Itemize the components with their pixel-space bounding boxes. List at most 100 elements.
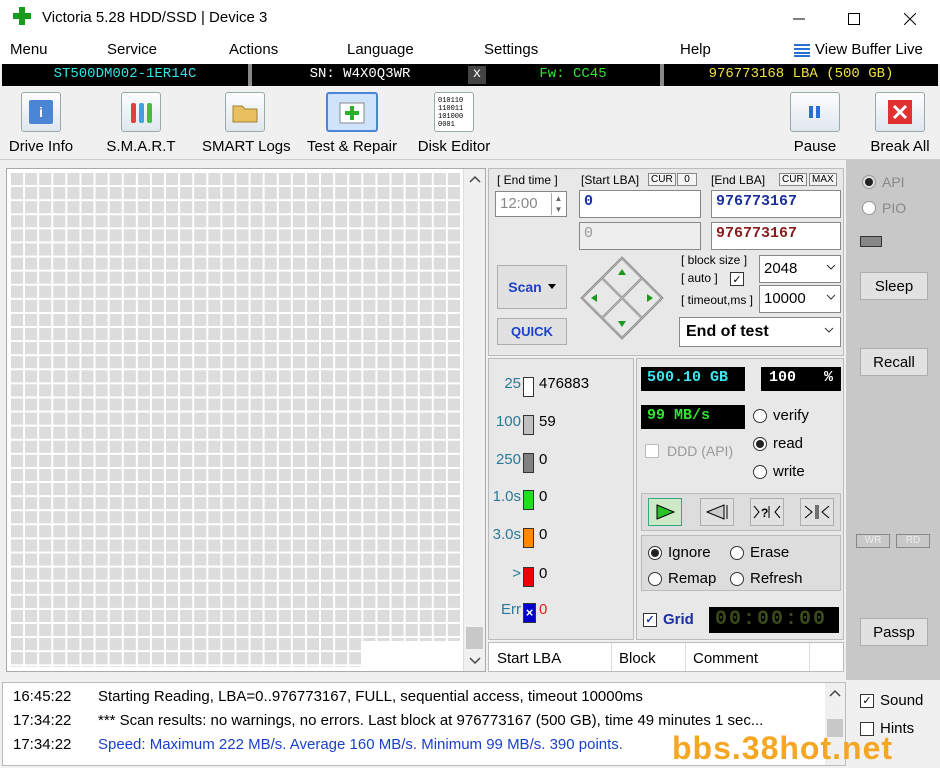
start-cur-button[interactable]: CUR <box>648 173 676 186</box>
read-radio[interactable]: read <box>753 435 803 452</box>
passp-button[interactable]: Passp <box>860 618 928 646</box>
timeout-select[interactable]: 10000 <box>759 285 841 313</box>
latency-label: Err <box>501 601 521 618</box>
block-map-fill <box>9 171 461 667</box>
svg-text:110011: 110011 <box>438 105 463 113</box>
remap-label: Remap <box>668 570 717 587</box>
verify-radio[interactable]: verify <box>753 407 809 424</box>
recall-button[interactable]: Recall <box>860 348 928 376</box>
close-device-button[interactable]: x <box>468 66 486 84</box>
column-divider <box>685 643 686 671</box>
column-comment[interactable]: Comment <box>693 650 758 667</box>
list-icon <box>794 43 810 57</box>
maximize-button[interactable] <box>831 0 877 38</box>
test-repair-button[interactable]: Test & Repair <box>306 90 398 158</box>
menu-help[interactable]: Help <box>680 41 711 58</box>
first-aid-icon <box>326 92 378 132</box>
latency-row: 25 476883 <box>489 375 635 399</box>
column-divider <box>809 643 810 671</box>
butterfly-button[interactable] <box>800 498 834 526</box>
menu-service[interactable]: Service <box>107 41 157 58</box>
scroll-down-icon[interactable] <box>469 657 481 665</box>
refresh-radio[interactable]: Refresh <box>730 570 803 587</box>
end-of-test-select[interactable]: End of test <box>679 317 841 347</box>
quick-button[interactable]: QUICK <box>497 318 567 345</box>
device-capacity: 976773168 LBA (500 GB) <box>708 66 894 82</box>
block-map-grid <box>6 168 486 672</box>
block-size-select[interactable]: 2048 <box>759 255 841 283</box>
log-row: 17:34:22 *** Scan results: no warnings, … <box>13 712 763 736</box>
start-zero-button[interactable]: 0 <box>677 173 697 186</box>
menu-menu[interactable]: Menu <box>10 41 48 58</box>
ddd-api-checkbox[interactable]: DDD (API) <box>645 443 733 459</box>
api-radio[interactable]: API <box>862 174 905 190</box>
timeout-value: 10000 <box>764 290 806 307</box>
end-cur-button[interactable]: CUR <box>779 173 807 186</box>
column-divider <box>611 643 612 671</box>
remap-radio[interactable]: Remap <box>648 570 716 587</box>
latency-count: 0 <box>539 488 548 505</box>
view-buffer-live-button[interactable]: View Buffer Live <box>794 41 923 58</box>
smart-button[interactable]: S.M.A.R.T <box>104 90 178 158</box>
rewind-button[interactable] <box>700 498 734 526</box>
random-seek-icon: ? <box>753 505 781 520</box>
api-radio-dot <box>862 175 876 189</box>
minimize-button[interactable] <box>776 0 822 38</box>
title-bar: Victoria 5.28 HDD/SSD | Device 3 <box>0 0 940 38</box>
ddd-api-box <box>645 444 659 458</box>
grid-scrollbar[interactable] <box>463 169 485 671</box>
play-icon <box>656 504 675 520</box>
pause-button[interactable]: Pause <box>788 90 842 158</box>
grid-checkbox[interactable]: ✓ Grid <box>643 611 694 628</box>
playback-controls: ? <box>641 493 841 531</box>
close-button[interactable] <box>887 0 933 38</box>
pio-radio[interactable]: PIO <box>862 200 906 216</box>
write-label: write <box>773 463 805 480</box>
end-lba-input[interactable]: 976773167 <box>711 190 841 218</box>
latency-row: >0 <box>489 565 635 589</box>
menu-settings[interactable]: Settings <box>484 41 538 58</box>
random-seek-button[interactable]: ? <box>750 498 784 526</box>
scroll-up-icon[interactable] <box>829 689 841 697</box>
scan-status-panel: 500.10 GB 100 % 99 MB/s verify read writ… <box>636 358 844 640</box>
timeout-label: [ timeout,ms ] <box>681 293 754 307</box>
log-time: 17:34:22 <box>13 712 72 729</box>
disk-editor-label: Disk Editor <box>417 138 491 155</box>
scan-button[interactable]: Scan <box>497 265 567 309</box>
erase-radio[interactable]: Erase <box>730 544 789 561</box>
close-icon <box>904 13 916 25</box>
menu-language[interactable]: Language <box>347 41 414 58</box>
write-radio[interactable]: write <box>753 463 805 480</box>
stop-icon <box>875 92 925 132</box>
latency-count: 476883 <box>539 375 590 392</box>
drive-info-button[interactable]: i Drive Info <box>6 90 76 158</box>
disk-editor-button[interactable]: 010110 110011 101000 0001 Disk Editor <box>416 90 492 158</box>
break-all-button[interactable]: Break All <box>868 90 932 158</box>
sleep-button[interactable]: Sleep <box>860 272 928 300</box>
scroll-up-icon[interactable] <box>469 175 481 183</box>
scroll-thumb[interactable] <box>466 627 483 649</box>
menu-actions[interactable]: Actions <box>229 41 278 58</box>
auto-checkbox[interactable]: ✓ <box>730 272 744 286</box>
folder-icon <box>225 92 265 132</box>
end-time-spinner[interactable]: ▲ ▼ <box>551 193 565 215</box>
maximize-icon <box>848 13 860 25</box>
direction-pad[interactable] <box>579 255 665 341</box>
sound-checkbox[interactable]: ✓ Sound <box>860 692 923 709</box>
column-start-lba[interactable]: Start LBA <box>497 650 561 667</box>
ignore-radio[interactable]: Ignore <box>648 544 711 561</box>
smart-logs-button[interactable]: SMART Logs <box>202 90 291 158</box>
latency-label: 250 <box>495 451 521 468</box>
chevron-down-icon <box>824 327 834 333</box>
test-tubes-icon <box>121 92 161 132</box>
sound-check-box: ✓ <box>860 693 874 708</box>
device-firmware: Fw: CC45 <box>539 66 607 82</box>
play-button[interactable] <box>648 498 682 526</box>
latency-color-swatch <box>523 415 534 435</box>
latency-row: Err × 0 <box>489 601 635 625</box>
column-block[interactable]: Block <box>619 650 656 667</box>
auto-label: [ auto ] <box>681 271 718 285</box>
verify-label: verify <box>773 407 809 424</box>
start-lba-input[interactable]: 0 <box>579 190 701 218</box>
end-max-button[interactable]: MAX <box>809 173 837 186</box>
